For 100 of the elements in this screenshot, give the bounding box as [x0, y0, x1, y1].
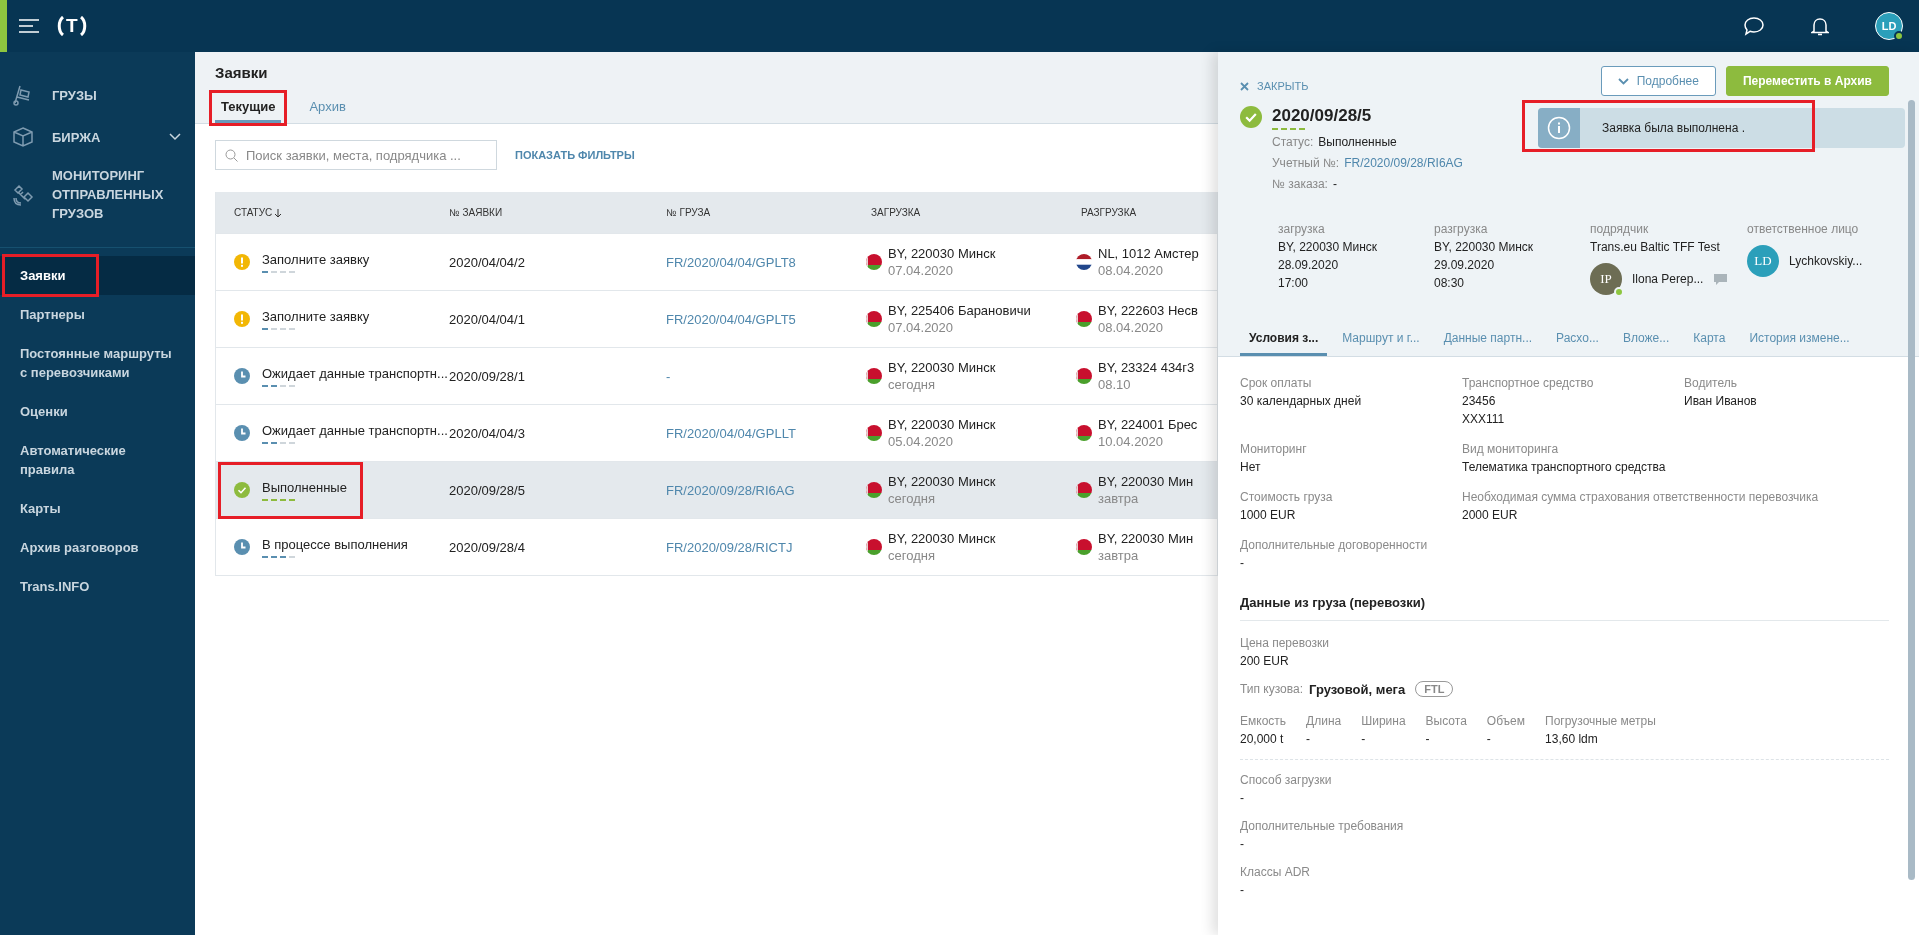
field-label: Длина [1306, 713, 1342, 729]
meta-line: № заказа: - [1272, 176, 1337, 193]
details-button[interactable]: Подробнее [1600, 66, 1716, 96]
field-label: Дополнительные требования [1240, 818, 1404, 834]
date-text: сегодня [888, 548, 936, 563]
sidebar-item[interactable]: Карты [0, 489, 195, 528]
sidebar-item[interactable]: Партнеры [0, 295, 195, 334]
date-text: 10.04.2020 [1098, 434, 1165, 449]
field-value: Нет [1240, 459, 1261, 475]
tab[interactable]: Условия з... [1240, 325, 1328, 356]
place-text: BY, 220030 Минск [888, 417, 996, 432]
place-text: NL, 1012 Амстер [1098, 246, 1199, 261]
date-text: 07.04.2020 [888, 320, 955, 335]
party-value: BY, 220030 Минск [1278, 239, 1378, 255]
date-text: 08.04.2020 [1098, 320, 1165, 335]
date-text: сегодня [888, 377, 936, 392]
party-label: разгрузка [1434, 221, 1488, 237]
table-cell-text: 2020/09/28/4 [448, 539, 526, 555]
table-cell-text: 2020/09/28/5 [448, 482, 526, 498]
flag-icon [866, 311, 882, 327]
flag-icon [866, 539, 882, 555]
flag-icon [1076, 425, 1092, 441]
place-text: BY, 222603 Несв [1098, 303, 1198, 318]
flag-icon [1076, 311, 1092, 327]
table-row[interactable]: Выполненные 2020/09/28/5 FR/2020/09/28/RI6AG BY, 220030 Минск сегодня BY, 220030 Мин завтра [216, 461, 1217, 518]
date-text: 08.10 [1098, 377, 1132, 392]
field-value: - [1240, 790, 1244, 806]
field-label: Объем [1486, 713, 1526, 729]
date-text: 05.04.2020 [888, 434, 955, 449]
show-filters-link[interactable]: ПОКАЗАТЬ ФИЛЬТРЫ [515, 149, 635, 161]
cargo-link[interactable]: FR/2020/04/04/GPLT5 [651, 311, 866, 327]
field-value: - [1361, 731, 1366, 747]
field-label: Способ загрузки [1240, 772, 1332, 788]
sidebar-item[interactable]: Архив разговоров [0, 528, 195, 567]
cargo-link[interactable]: - [651, 368, 866, 384]
sort-arrow-icon [274, 207, 283, 218]
field-label: Тип кузова: [1240, 682, 1303, 696]
field-value: 13,60 ldm [1545, 731, 1598, 747]
party-label: ответственное лицо [1747, 221, 1859, 237]
column-header[interactable]: РАЗГРУЗКА [1081, 207, 1137, 218]
flag-icon [1076, 539, 1092, 555]
flag-icon [866, 425, 882, 441]
order-number: 2020/09/28/5 [1272, 106, 1372, 126]
info-icon [1547, 116, 1571, 140]
field-label: Дополнительные договоренности [1240, 537, 1428, 553]
date-text: завтра [1098, 491, 1140, 506]
nav-section[interactable]: ГРУЗЫ [0, 74, 195, 116]
column-header[interactable]: № ЗАЯВКИ [449, 207, 503, 218]
bell-icon[interactable] [1811, 16, 1829, 36]
table-cell-text: 2020/04/04/1 [448, 311, 526, 327]
party-value: Trans.eu Baltic TFF Test [1590, 239, 1720, 255]
field-value: XXX111 [1462, 411, 1505, 427]
field-label: Вид мониторинга [1462, 441, 1559, 457]
satellite-icon [12, 183, 34, 206]
cargo-link[interactable]: FR/2020/09/28/RICTJ [651, 539, 866, 555]
field-value: Иван Иванов [1684, 393, 1757, 409]
clock-icon [234, 368, 250, 384]
status-text: Заполните заявку [262, 308, 370, 324]
cargo-link[interactable]: FR/2020/04/04/GPLLT [651, 425, 866, 441]
tab[interactable]: Текущие [215, 95, 282, 123]
party-value: 28.09.2020 [1278, 257, 1339, 273]
logo[interactable]: T [57, 15, 87, 37]
avatar: LD [1747, 245, 1779, 277]
place-text: BY, 224001 Брес [1098, 417, 1198, 432]
field-value: Грузовой, мега [1309, 681, 1406, 697]
search-icon [225, 149, 238, 162]
nav-section[interactable]: БИРЖА [0, 116, 195, 158]
nav-section[interactable]: МОНИТОРИНГ ОТПРАВЛЕННЫХ ГРУЗОВ [0, 158, 195, 231]
close-icon [1240, 81, 1249, 91]
cube-icon [12, 126, 34, 148]
field-value: - [1240, 882, 1244, 898]
column-header[interactable]: СТАТУС [234, 207, 283, 218]
menu-icon[interactable] [19, 19, 39, 33]
page-title: Заявки [215, 64, 269, 81]
sidebar-item[interactable]: Trans.INFO [0, 567, 195, 606]
date-text: 08.04.2020 [1098, 263, 1165, 278]
search-field[interactable]: Поиск заявки, места, подрядчика ... [215, 140, 497, 170]
sidebar-item[interactable]: Заявки [0, 256, 195, 295]
sidebar-item[interactable]: Оценки [0, 392, 195, 431]
flag-icon [1076, 482, 1092, 498]
field-label: Транспортное средство [1462, 375, 1594, 391]
section-title: Данные из груза (перевозки) [1240, 595, 1889, 621]
date-text: сегодня [888, 491, 936, 506]
sidebar-item[interactable]: Автоматические правила [0, 431, 195, 489]
place-text: BY, 220030 Мин [1098, 474, 1194, 489]
meta-link[interactable]: FR/2020/09/28/RI6AG [1344, 154, 1463, 172]
sidebar-item[interactable]: Постоянные маршруты с перевозчиками [0, 334, 195, 392]
field-value: - [1240, 836, 1244, 852]
scrollbar[interactable] [1908, 100, 1915, 880]
field-value: 1000 EUR [1240, 507, 1296, 523]
column-header[interactable]: ЗАГРУЗКА [871, 207, 921, 218]
field-value: 200 EUR [1240, 653, 1289, 669]
field-label: Высота [1425, 713, 1467, 729]
chat-icon[interactable] [1743, 16, 1765, 36]
cargo-link[interactable]: FR/2020/04/04/GPLT8 [651, 254, 866, 270]
field-value: 23456 [1462, 393, 1496, 409]
field-label: Емкость [1240, 713, 1287, 729]
column-header[interactable]: № ГРУЗА [666, 207, 711, 218]
party-label: подрядчик [1590, 221, 1649, 237]
field-value: - [1240, 555, 1244, 571]
